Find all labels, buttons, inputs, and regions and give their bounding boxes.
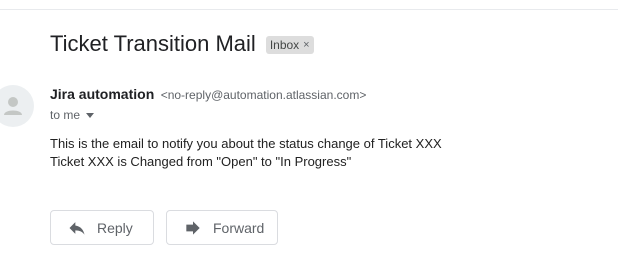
email-body-line: Ticket XXX is Changed from "Open" to "In…: [50, 154, 352, 169]
avatar: [0, 85, 34, 127]
subject-row: Ticket Transition Mail Inbox ×: [50, 30, 314, 58]
email-body-line: This is the email to notify you about th…: [50, 136, 442, 151]
top-divider: [0, 9, 618, 10]
recipient-details-toggle[interactable]: to me: [50, 108, 95, 122]
inbox-label-chip[interactable]: Inbox ×: [265, 36, 314, 54]
sender-email: <no-reply@automation.atlassian.com>: [160, 88, 367, 102]
remove-label-icon[interactable]: ×: [303, 39, 309, 51]
inbox-label-text: Inbox: [269, 38, 300, 52]
email-subject: Ticket Transition Mail: [50, 31, 256, 56]
email-body: This is the email to notify you about th…: [50, 135, 442, 171]
email-view: Ticket Transition Mail Inbox × Jira auto…: [0, 0, 618, 261]
recipient-text: to me: [50, 108, 81, 122]
forward-button-label: Forward: [213, 219, 265, 236]
sender-row: Jira automation <no-reply@automation.atl…: [50, 86, 366, 104]
caret-down-icon[interactable]: [86, 112, 95, 118]
reply-icon: [69, 221, 85, 235]
sender-name[interactable]: Jira automation: [50, 86, 154, 102]
reply-button-label: Reply: [97, 219, 133, 236]
forward-button[interactable]: Forward: [166, 210, 278, 245]
reply-button[interactable]: Reply: [50, 210, 154, 245]
person-icon: [4, 97, 22, 115]
forward-icon: [186, 220, 200, 235]
